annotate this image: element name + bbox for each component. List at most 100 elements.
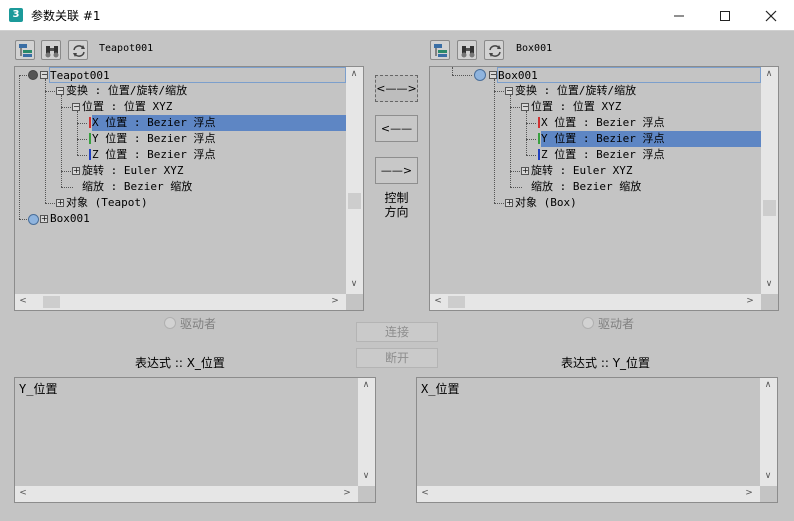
scroll-right-icon[interactable]: > bbox=[741, 488, 757, 498]
y-color-icon bbox=[89, 133, 91, 144]
scroll-left-icon[interactable]: < bbox=[430, 296, 446, 306]
tree-item-object[interactable]: 对象 (Teapot) bbox=[66, 195, 148, 211]
right-refresh-button[interactable] bbox=[484, 40, 504, 60]
scroll-down-icon[interactable]: ∨ bbox=[358, 471, 374, 481]
scroll-right-icon[interactable]: > bbox=[339, 488, 355, 498]
tree-item-position[interactable]: 位置 : 位置 XYZ bbox=[531, 99, 621, 115]
tree-item-x-position[interactable]: X 位置 : Bezier 浮点 bbox=[541, 115, 664, 131]
scroll-down-icon[interactable]: ∨ bbox=[760, 471, 776, 481]
scroll-thumb[interactable] bbox=[348, 193, 361, 209]
maximize-icon bbox=[720, 11, 730, 21]
left-expression-vertical-scrollbar[interactable]: ∧ ∨ bbox=[358, 378, 375, 486]
scroll-left-icon[interactable]: < bbox=[15, 488, 31, 498]
minimize-button[interactable] bbox=[656, 0, 702, 31]
x-color-icon bbox=[89, 117, 91, 128]
tree-item-scale[interactable]: 缩放 : Bezier 缩放 bbox=[82, 179, 192, 195]
right-tree-view[interactable]: − Box001 − 变换 : 位置/旋转/缩放 − 位置 : 位置 XYZ X… bbox=[429, 66, 779, 311]
scroll-thumb[interactable] bbox=[763, 200, 776, 216]
tree-view-icon bbox=[434, 44, 447, 57]
tree-item-box[interactable]: Box001 bbox=[50, 211, 90, 227]
refresh-icon bbox=[489, 45, 501, 57]
app-icon: 3 bbox=[9, 8, 23, 22]
tree-item-transform[interactable]: 变换 : 位置/旋转/缩放 bbox=[66, 83, 187, 99]
collapse-icon[interactable]: − bbox=[40, 71, 48, 79]
tree-item-rotation[interactable]: 旋转 : Euler XYZ bbox=[82, 163, 183, 179]
tree-item-y-position[interactable]: Y 位置 : Bezier 浮点 bbox=[541, 131, 761, 147]
binoculars-icon bbox=[45, 46, 59, 58]
tree-item-transform[interactable]: 变换 : 位置/旋转/缩放 bbox=[515, 83, 636, 99]
right-expression-editor[interactable]: X_位置 ∧ ∨ < > bbox=[416, 377, 778, 503]
tree-item-y-position[interactable]: Y 位置 : Bezier 浮点 bbox=[92, 131, 215, 147]
collapse-icon[interactable]: − bbox=[489, 71, 497, 79]
expand-icon[interactable]: + bbox=[72, 167, 80, 175]
right-find-button[interactable] bbox=[457, 40, 477, 60]
close-icon bbox=[765, 10, 777, 22]
left-refresh-button[interactable] bbox=[68, 40, 88, 60]
left-find-button[interactable] bbox=[41, 40, 61, 60]
left-tree-view-button[interactable] bbox=[15, 40, 35, 60]
collapse-icon[interactable]: − bbox=[505, 87, 513, 95]
left-horizontal-scrollbar[interactable]: < > bbox=[15, 294, 346, 310]
right-vertical-scrollbar[interactable]: ∧ ∨ bbox=[761, 67, 778, 294]
scroll-right-icon[interactable]: > bbox=[742, 296, 758, 306]
tree-item-box[interactable]: Box001 bbox=[497, 67, 761, 83]
y-color-icon bbox=[538, 133, 540, 144]
scroll-up-icon[interactable]: ∧ bbox=[346, 69, 362, 79]
expand-icon[interactable]: + bbox=[40, 215, 48, 223]
right-driver-radio[interactable] bbox=[582, 317, 594, 329]
scroll-down-icon[interactable]: ∨ bbox=[761, 279, 777, 289]
x-color-icon bbox=[538, 117, 540, 128]
tree-item-z-position[interactable]: Z 位置 : Bezier 浮点 bbox=[541, 147, 664, 163]
scroll-thumb[interactable] bbox=[448, 296, 465, 308]
bidirectional-button[interactable]: <——> bbox=[375, 75, 418, 102]
tree-item-scale[interactable]: 缩放 : Bezier 缩放 bbox=[531, 179, 641, 195]
scroll-thumb[interactable] bbox=[43, 296, 60, 308]
tree-item-position[interactable]: 位置 : 位置 XYZ bbox=[82, 99, 172, 115]
z-color-icon bbox=[538, 149, 540, 160]
teapot-node-icon bbox=[28, 70, 38, 80]
right-tree-view-button[interactable] bbox=[430, 40, 450, 60]
control-direction-label: 控制 方向 bbox=[384, 191, 409, 219]
left-expression-label: 表达式 :: X_位置 bbox=[135, 356, 225, 370]
left-expression-editor[interactable]: Y_位置 ∧ ∨ < > bbox=[14, 377, 376, 503]
expand-icon[interactable]: + bbox=[521, 167, 529, 175]
left-expression-horizontal-scrollbar[interactable]: < > bbox=[15, 486, 358, 502]
collapse-icon[interactable]: − bbox=[521, 103, 529, 111]
scroll-left-icon[interactable]: < bbox=[417, 488, 433, 498]
left-tree-view[interactable]: − Teapot001 − 变换 : 位置/旋转/缩放 − 位置 : 位置 XY… bbox=[14, 66, 364, 311]
scroll-right-icon[interactable]: > bbox=[327, 296, 343, 306]
left-direction-button[interactable]: <—— bbox=[375, 115, 418, 142]
collapse-icon[interactable]: − bbox=[72, 103, 80, 111]
scroll-up-icon[interactable]: ∧ bbox=[358, 380, 374, 390]
connect-button[interactable]: 连接 bbox=[356, 322, 438, 342]
scroll-up-icon[interactable]: ∧ bbox=[761, 69, 777, 79]
expand-icon[interactable]: + bbox=[505, 199, 513, 207]
right-direction-button[interactable]: ——> bbox=[375, 157, 418, 184]
expand-icon[interactable]: + bbox=[56, 199, 64, 207]
left-expression-text[interactable]: Y_位置 bbox=[19, 380, 57, 397]
right-expression-vertical-scrollbar[interactable]: ∧ ∨ bbox=[760, 378, 777, 486]
left-object-name: Teapot001 bbox=[99, 43, 154, 54]
tree-item-rotation[interactable]: 旋转 : Euler XYZ bbox=[531, 163, 632, 179]
disconnect-button[interactable]: 断开 bbox=[356, 348, 438, 368]
binoculars-icon bbox=[461, 46, 475, 58]
left-driver-label: 驱动者 bbox=[180, 317, 217, 331]
maximize-button[interactable] bbox=[702, 0, 748, 31]
left-vertical-scrollbar[interactable]: ∧ ∨ bbox=[346, 67, 363, 294]
right-horizontal-scrollbar[interactable]: < > bbox=[430, 294, 761, 310]
tree-item-teapot[interactable]: Teapot001 bbox=[49, 67, 346, 83]
scroll-up-icon[interactable]: ∧ bbox=[760, 380, 776, 390]
scroll-down-icon[interactable]: ∨ bbox=[346, 279, 362, 289]
tree-item-z-position[interactable]: Z 位置 : Bezier 浮点 bbox=[92, 147, 215, 163]
refresh-icon bbox=[73, 45, 85, 57]
tree-item-x-position[interactable]: X 位置 : Bezier 浮点 bbox=[92, 115, 346, 131]
right-expression-text[interactable]: X_位置 bbox=[421, 380, 459, 397]
box-node-icon bbox=[28, 214, 39, 225]
scroll-left-icon[interactable]: < bbox=[15, 296, 31, 306]
collapse-icon[interactable]: − bbox=[56, 87, 64, 95]
close-button[interactable] bbox=[748, 0, 794, 31]
left-driver-radio[interactable] bbox=[164, 317, 176, 329]
tree-item-object[interactable]: 对象 (Box) bbox=[515, 195, 577, 211]
window-title: 参数关联 #1 bbox=[31, 9, 101, 23]
right-expression-horizontal-scrollbar[interactable]: < > bbox=[417, 486, 760, 502]
